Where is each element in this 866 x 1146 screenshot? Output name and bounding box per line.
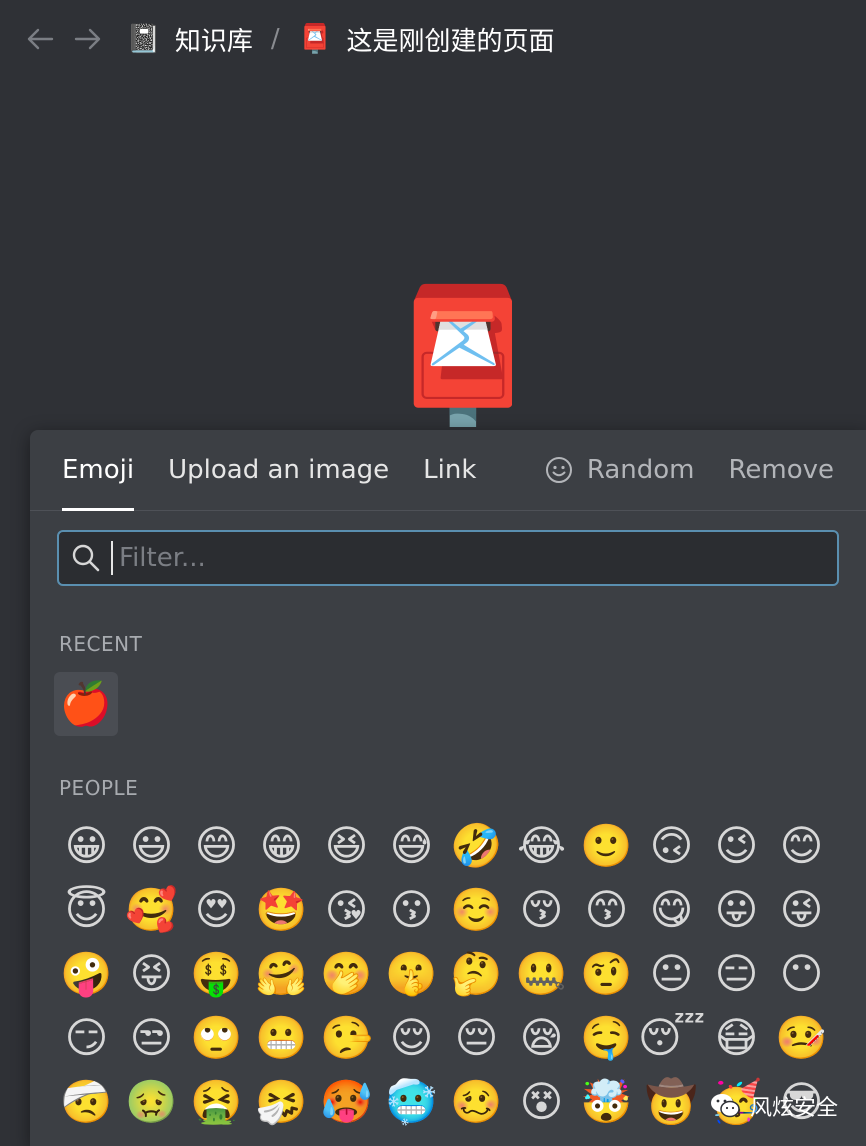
emoji-item[interactable]: 😬 [249, 1006, 314, 1070]
emoji-item[interactable]: 😪 [509, 1006, 574, 1070]
smiley-icon [545, 457, 572, 483]
emoji-item[interactable]: 😊 [769, 814, 834, 878]
emoji-item[interactable]: ☺️ [444, 878, 509, 942]
emoji-item[interactable]: 😝 [119, 942, 184, 1006]
emoji-item[interactable]: 🤣 [444, 814, 509, 878]
tab-link[interactable]: Link [423, 430, 476, 511]
people-emoji-grid: 😀 😃 😄 😁 😆 😅 🤣 😂 🙂 🙃 😉 😊 😇 🥰 😍 🤩 😘 😗 ☺️ 😚 😙 😋 😛 😜 🤪 😝 🤑 🤗 🤭 🤫 🤔 🤐 🤨 😐 😑 😶 😏 😒 🙄… [54, 814, 834, 1134]
emoji-item[interactable]: 🤢 [119, 1070, 184, 1134]
emoji-item[interactable]: 😛 [704, 878, 769, 942]
filter-input[interactable] [111, 541, 837, 575]
emoji-item[interactable]: 😜 [769, 878, 834, 942]
watermark: 风炫安全 [710, 1090, 838, 1122]
emoji-item[interactable]: 🤐 [509, 942, 574, 1006]
postbox-icon: 📮 [297, 22, 333, 55]
emoji-item[interactable]: 🤩 [249, 878, 314, 942]
breadcrumb-label: 知识库 [174, 26, 253, 57]
emoji-item[interactable]: 😶 [769, 942, 834, 1006]
recent-section-label: RECENT [59, 632, 143, 656]
emoji-item[interactable]: 🤕 [54, 1070, 119, 1134]
emoji-item[interactable]: 🙃 [639, 814, 704, 878]
emoji-item[interactable]: 😙 [574, 878, 639, 942]
emoji-item[interactable]: 😀 [54, 814, 119, 878]
emoji-item[interactable]: 😴 [638, 1006, 705, 1070]
emoji-item[interactable]: 😁 [249, 814, 314, 878]
emoji-item[interactable]: 🤥 [314, 1006, 379, 1070]
emoji-item[interactable]: 🤑 [184, 942, 249, 1006]
emoji-item[interactable]: 😍 [184, 878, 249, 942]
page-icon[interactable]: 📮 [382, 270, 512, 440]
emoji-item[interactable]: 😇 [54, 878, 119, 942]
emoji-item[interactable]: 🥰 [119, 878, 184, 942]
emoji-item[interactable]: 😑 [704, 942, 769, 1006]
emoji-item[interactable]: 🤒 [769, 1006, 834, 1070]
emoji-item[interactable]: 😷 [704, 1006, 769, 1070]
emoji-item[interactable]: 🥴 [444, 1070, 509, 1134]
arrow-right-icon[interactable] [72, 23, 104, 55]
emoji-item[interactable]: 😄 [184, 814, 249, 878]
top-navigation-bar: 📓 知识库 / 📮 这是刚创建的页面 [0, 0, 866, 78]
emoji-item[interactable]: 😋 [639, 878, 704, 942]
page: 📓 知识库 / 📮 这是刚创建的页面 📮 Emoji Upload an ima… [0, 0, 866, 1146]
emoji-item[interactable]: 🤧 [249, 1070, 314, 1134]
breadcrumb-current-page[interactable]: 📮 这是刚创建的页面 [298, 21, 555, 58]
people-section-label: PEOPLE [59, 776, 139, 800]
emoji-item[interactable]: 😆 [314, 814, 379, 878]
emoji-item[interactable]: 🥵 [314, 1070, 379, 1134]
tab-emoji[interactable]: Emoji [62, 430, 135, 511]
breadcrumb-knowledge-base[interactable]: 📓 知识库 [126, 21, 253, 58]
emoji-item[interactable]: 😂 [509, 814, 574, 878]
emoji-item[interactable]: 😘 [314, 878, 379, 942]
emoji-picker-popup: Emoji Upload an image Link Random Remove [30, 430, 866, 1146]
emoji-item[interactable]: 🤫 [379, 942, 444, 1006]
arrow-left-icon[interactable] [24, 23, 56, 55]
emoji-item[interactable]: 😌 [379, 1006, 444, 1070]
emoji-item[interactable]: 🤭 [314, 942, 379, 1006]
emoji-item[interactable]: 😗 [379, 878, 444, 942]
wechat-icon [710, 1094, 740, 1118]
emoji-item[interactable]: 😉 [704, 814, 769, 878]
breadcrumb-label: 这是刚创建的页面 [346, 26, 555, 57]
emoji-item[interactable]: 🙂 [574, 814, 639, 878]
emoji-item[interactable]: 😏 [54, 1006, 119, 1070]
remove-button[interactable]: Remove [728, 455, 834, 485]
emoji-item[interactable]: 😅 [379, 814, 444, 878]
recent-emoji-apple[interactable]: 🍎 [54, 672, 118, 736]
emoji-item[interactable]: 🤯 [574, 1070, 639, 1134]
random-label: Random [586, 455, 695, 485]
emoji-item[interactable]: 🤪 [54, 942, 119, 1006]
emoji-item[interactable]: 🤮 [184, 1070, 249, 1134]
picker-tabs: Emoji Upload an image Link Random Remove [30, 430, 866, 511]
emoji-item[interactable]: 😒 [119, 1006, 184, 1070]
picker-actions: Random Remove [545, 455, 866, 485]
watermark-label: 风炫安全 [749, 1096, 838, 1121]
search-icon [72, 544, 100, 572]
notebook-icon: 📓 [126, 22, 161, 55]
emoji-item[interactable]: 🤔 [444, 942, 509, 1006]
filter-field[interactable] [57, 530, 839, 586]
emoji-item[interactable]: 😃 [119, 814, 184, 878]
emoji-item[interactable]: 🤗 [249, 942, 314, 1006]
emoji-item[interactable]: 🥶 [379, 1070, 444, 1134]
tab-upload-image[interactable]: Upload an image [168, 430, 389, 511]
emoji-item[interactable]: 🤠 [639, 1070, 704, 1134]
emoji-item[interactable]: 🙄 [184, 1006, 249, 1070]
emoji-item[interactable]: 😐 [639, 942, 704, 1006]
emoji-item[interactable]: 🤤 [574, 1006, 639, 1070]
emoji-item[interactable]: 😵 [509, 1070, 574, 1134]
random-button[interactable]: Random [545, 455, 695, 485]
emoji-item[interactable]: 🤨 [574, 942, 639, 1006]
emoji-item[interactable]: 😚 [509, 878, 574, 942]
emoji-item[interactable]: 😔 [444, 1006, 509, 1070]
breadcrumb-separator: / [270, 24, 280, 54]
